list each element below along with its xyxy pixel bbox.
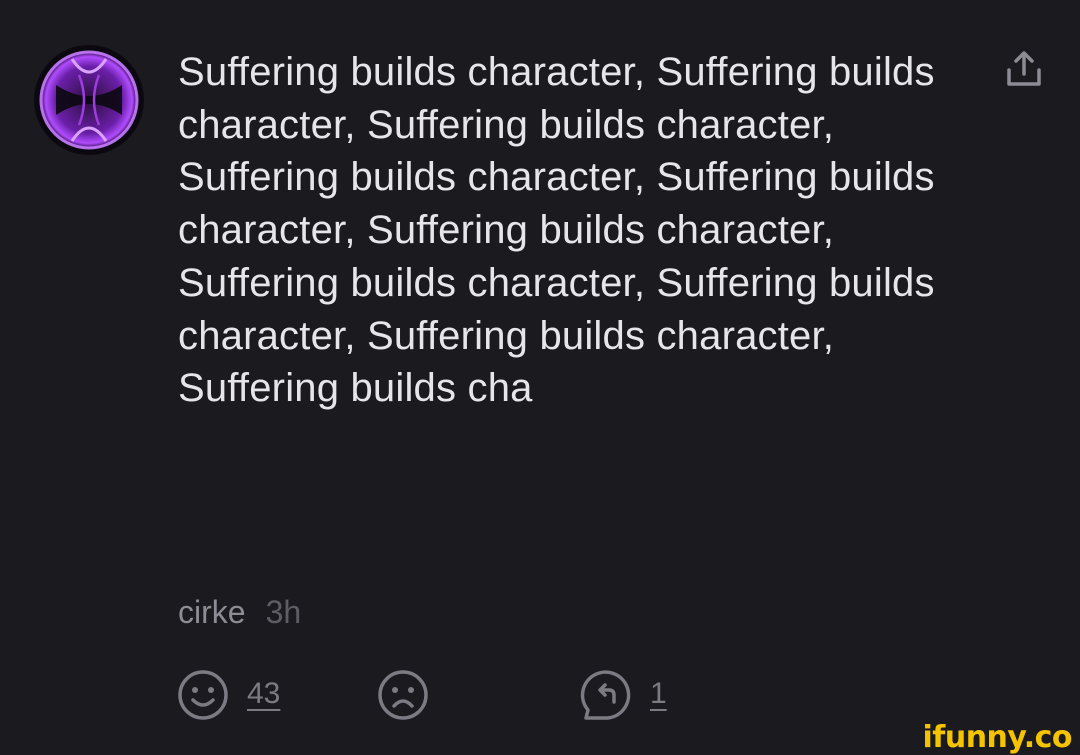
avatar-image (35, 46, 143, 154)
reply-icon (580, 670, 631, 720)
frown-button[interactable] (376, 668, 432, 720)
share-icon (1007, 51, 1041, 86)
timestamp: 3h (265, 594, 302, 630)
comment-card: Suffering builds character, Suffering bu… (0, 0, 1080, 755)
author-name[interactable]: cirke (178, 594, 246, 630)
comment-text: Suffering builds character, Suffering bu… (178, 50, 935, 411)
smile-icon (178, 670, 228, 720)
comment-meta: cirke 3h (178, 592, 301, 632)
ifunny-watermark: ifunny.co (922, 720, 1073, 755)
reply-button[interactable]: 1 (580, 668, 680, 720)
smile-count: 43 (247, 677, 281, 710)
smile-button[interactable]: 43 (176, 668, 296, 720)
reply-count: 1 (650, 677, 667, 710)
share-button[interactable] (1000, 48, 1048, 92)
user-avatar[interactable] (34, 45, 144, 155)
reaction-bar: 43 1 (0, 668, 1080, 724)
frown-icon (378, 670, 428, 720)
